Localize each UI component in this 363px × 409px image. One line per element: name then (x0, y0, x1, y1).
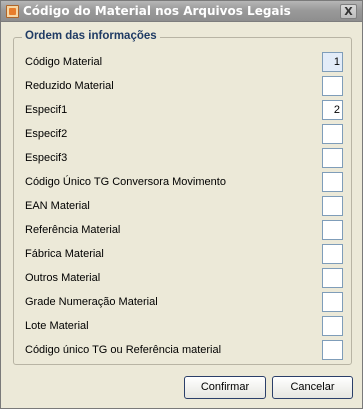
row-fabrica-material: Fábrica Material (25, 244, 343, 266)
row-label: Especif3 (25, 152, 68, 164)
title-bar[interactable]: Código do Material nos Arquivos Legais X (1, 1, 362, 22)
row-label: Código Material (25, 56, 103, 68)
row-label: Lote Material (25, 320, 89, 332)
row-lote-material: Lote Material (25, 316, 343, 338)
order-input-especif3[interactable] (322, 148, 343, 168)
close-button[interactable]: X (340, 4, 357, 19)
row-label: Fábrica Material (25, 248, 104, 260)
row-label: EAN Material (25, 200, 90, 212)
row-label: Código único TG ou Referência material (25, 344, 222, 356)
dialog-window: Código do Material nos Arquivos Legais X… (0, 0, 363, 409)
row-label: Especif1 (25, 104, 68, 116)
order-input-outros-material[interactable] (322, 268, 343, 288)
window-title: Código do Material nos Arquivos Legais (23, 4, 291, 18)
app-icon (6, 5, 19, 18)
row-especif3: Especif3 (25, 148, 343, 170)
row-reduzido-material: Reduzido Material (25, 76, 343, 98)
row-codigo-material: Código Material 1 (25, 52, 343, 74)
row-codigo-unico-tg-conversora: Código Único TG Conversora Movimento (25, 172, 343, 194)
order-input-especif2[interactable] (322, 124, 343, 144)
order-input-grade-numeracao-material[interactable] (322, 292, 343, 312)
row-referencia-material: Referência Material (25, 220, 343, 242)
row-grade-numeracao-material: Grade Numeração Material (25, 292, 343, 314)
group-title: Ordem das informações (22, 30, 160, 42)
order-input-reduzido-material[interactable] (322, 76, 343, 96)
row-label: Referência Material (25, 224, 121, 236)
row-label: Outros Material (25, 272, 101, 284)
order-input-referencia-material[interactable] (322, 220, 343, 240)
order-input-fabrica-material[interactable] (322, 244, 343, 264)
order-input-codigo-unico-tg-conversora[interactable] (322, 172, 343, 192)
row-ean-material: EAN Material (25, 196, 343, 218)
row-label: Especif2 (25, 128, 68, 140)
row-especif2: Especif2 (25, 124, 343, 146)
row-codigo-unico-tg-referencia: Código único TG ou Referência material (25, 340, 343, 362)
cancel-button[interactable]: Cancelar (272, 376, 353, 399)
order-groupbox: Ordem das informações Código Material 1 … (13, 30, 352, 365)
row-outros-material: Outros Material (25, 268, 343, 290)
row-label: Reduzido Material (25, 80, 114, 92)
order-input-lote-material[interactable] (322, 316, 343, 336)
row-especif1: Especif1 2 (25, 100, 343, 122)
order-input-codigo-unico-tg-referencia[interactable] (322, 340, 343, 360)
confirm-button[interactable]: Confirmar (184, 376, 266, 399)
row-label: Grade Numeração Material (25, 296, 158, 308)
order-input-ean-material[interactable] (322, 196, 343, 216)
order-input-especif1[interactable]: 2 (322, 100, 343, 120)
row-label: Código Único TG Conversora Movimento (25, 176, 226, 188)
order-input-codigo-material[interactable]: 1 (322, 52, 343, 72)
